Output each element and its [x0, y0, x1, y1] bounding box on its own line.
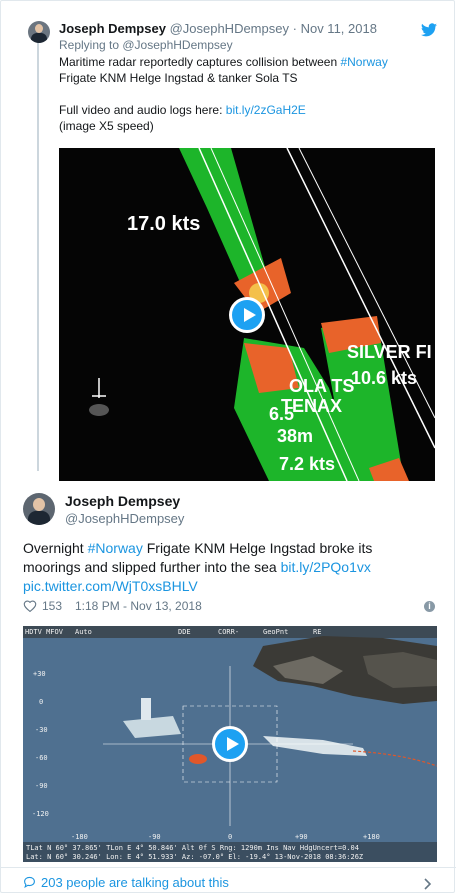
- reply-text-line4: (image X5 speed): [59, 119, 154, 133]
- hud-bottom-2: 0: [228, 833, 232, 841]
- radar-label-ship-right: SILVER FI: [347, 342, 432, 362]
- like-count[interactable]: 153: [42, 599, 62, 613]
- hud-top-4: GeoPnt: [263, 628, 288, 636]
- thread-line: [37, 39, 39, 471]
- helicopter-video[interactable]: HDTV MFOV Auto DDE CORR- GeoPnt RE +30 0…: [23, 626, 437, 862]
- reply-avatar[interactable]: [28, 21, 50, 43]
- video-logs-link[interactable]: bit.ly/2zGaH2E: [226, 103, 306, 117]
- replying-to[interactable]: Replying to @JosephHDempsey: [59, 38, 233, 52]
- hashtag-norway[interactable]: #Norway: [340, 55, 387, 69]
- reply-separator: ·: [292, 21, 297, 36]
- chevron-right-icon[interactable]: [424, 878, 432, 890]
- info-icon[interactable]: i: [424, 601, 435, 612]
- hud-bottom-0: -180: [71, 833, 88, 841]
- reply-date[interactable]: Nov 11, 2018: [301, 21, 377, 36]
- tweet-card: Joseph Dempsey @JosephHDempsey · Nov 11,…: [0, 0, 456, 893]
- reply-text-line3: Full video and audio logs here:: [59, 103, 226, 117]
- tweet-text-c: moorings and slipped further into the se…: [23, 559, 281, 575]
- tweet-text-b: Frigate KNM Helge Ingstad broke its: [142, 540, 373, 556]
- hud-left-0: +30: [33, 670, 46, 678]
- radar-label-speed-right: 10.6 kts: [351, 368, 417, 388]
- pic-link[interactable]: pic.twitter.com/WjT0xsBHLV: [23, 578, 198, 594]
- hud-bottom-3: +90: [295, 833, 308, 841]
- tweet-text: Overnight #Norway Frigate KNM Helge Ings…: [23, 539, 433, 596]
- hud-bottom-1: -90: [148, 833, 161, 841]
- hud-left-3: -60: [35, 754, 48, 762]
- radar-label-speed-bottom: 7.2 kts: [279, 454, 335, 474]
- radar-label-speed-top: 17.0 kts: [127, 213, 200, 235]
- tweet-timestamp[interactable]: 1:18 PM - Nov 13, 2018: [75, 599, 202, 613]
- hud-left-4: -90: [35, 782, 48, 790]
- hud-left-2: -30: [35, 726, 48, 734]
- author-handle[interactable]: @JosephHDempsey: [65, 511, 184, 526]
- radar-label-ship-mid: OLA TS: [289, 376, 354, 396]
- footer-divider: [1, 867, 456, 868]
- reply-text-line1: Maritime radar reportedly captures colli…: [59, 55, 341, 69]
- conversation-count-label[interactable]: 203 people are talking about this: [41, 875, 229, 890]
- hud-bottom-4: +180: [363, 833, 380, 841]
- hud-top-1: Auto: [75, 628, 92, 636]
- hashtag-norway-main[interactable]: #Norway: [88, 540, 143, 556]
- article-link[interactable]: bit.ly/2PQo1vx: [281, 559, 371, 575]
- reply-text-line2: Frigate KNM Helge Ingstad & tanker Sola …: [59, 71, 298, 85]
- radar-video[interactable]: 17.0 kts SILVER FI 10.6 kts OLA TS TENAX…: [59, 148, 435, 481]
- hud-top-3: CORR-: [218, 628, 239, 636]
- hud-left-1: 0: [39, 698, 43, 706]
- speech-bubble-icon: [24, 876, 35, 888]
- reply-header: Joseph Dempsey @JosephHDempsey · Nov 11,…: [59, 21, 377, 36]
- reply-author-name[interactable]: Joseph Dempsey: [59, 21, 166, 36]
- radar-label-speed-mid: 6.5: [269, 404, 294, 424]
- hud-line2: Lat: N 60° 30.246' Lon: E 4° 51.933' Az:…: [26, 853, 363, 861]
- play-icon[interactable]: [229, 297, 265, 333]
- reply-author-handle[interactable]: @JosephHDempsey: [170, 21, 289, 36]
- author-avatar[interactable]: [23, 493, 55, 525]
- hud-left-5: -120: [32, 810, 49, 818]
- hud-line1: TLat N 60° 37.865' TLon E 4° 50.846' Alt…: [26, 844, 359, 852]
- hud-top-5: RE: [313, 628, 321, 636]
- heart-icon[interactable]: [23, 600, 37, 612]
- reply-text: Maritime radar reportedly captures colli…: [59, 54, 439, 134]
- hud-top-2: DDE: [178, 628, 191, 636]
- tweet-text-a: Overnight: [23, 540, 88, 556]
- play-icon-2[interactable]: [212, 726, 248, 762]
- author-name[interactable]: Joseph Dempsey: [65, 493, 180, 509]
- twitter-bird-icon[interactable]: [421, 23, 437, 37]
- radar-label-distance: 38m: [277, 426, 313, 446]
- hud-top-0: HDTV MFOV: [25, 628, 64, 636]
